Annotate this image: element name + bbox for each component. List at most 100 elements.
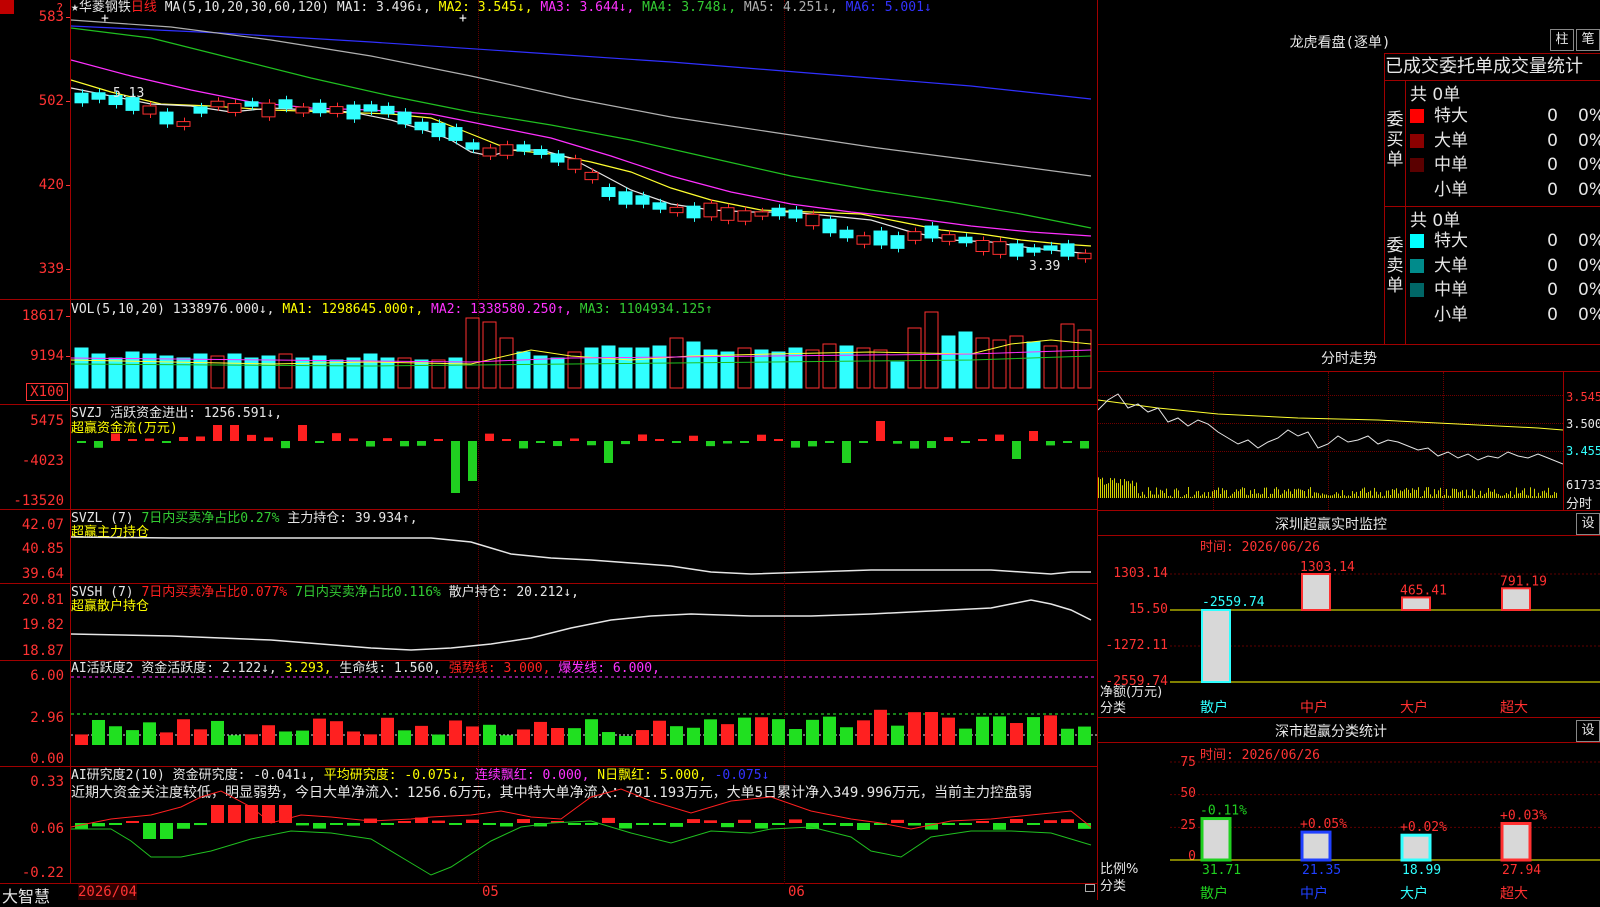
candle: [567, 158, 582, 170]
fund-flow-bar: [978, 439, 987, 441]
intraday-volume-bar: [1144, 494, 1145, 498]
candle: [737, 210, 752, 222]
candle: [346, 104, 361, 120]
order-stat-row: 特大 0 0%: [1410, 104, 1600, 128]
intraday-volume-bar: [1130, 483, 1131, 498]
research-bar: [398, 821, 411, 823]
intraday-volume-bar: [1546, 492, 1547, 498]
category-label: 中户: [1300, 699, 1328, 716]
activity-bar: [568, 728, 581, 745]
order-size-label: 小单: [1434, 179, 1468, 200]
intraday-volume-bar: [1486, 492, 1487, 498]
svzj-chart[interactable]: [71, 405, 1097, 509]
fund-flow-bar: [281, 441, 290, 449]
intraday-volume-bar: [1376, 491, 1377, 498]
sz-monitor-chart[interactable]: -2559.74 散户 1303.14 中户 465.41 大户 791.19 超大: [1170, 560, 1600, 720]
intraday-volume-bar: [1174, 489, 1175, 498]
intraday-volume-bar: [1534, 488, 1535, 498]
intraday-volume-bar: [1356, 491, 1357, 498]
fund-flow-bar: [145, 438, 154, 441]
candle: [414, 121, 429, 131]
order-count: 0: [1547, 179, 1558, 200]
candle: [176, 121, 191, 127]
ai-active-ylabel: 2.96: [30, 710, 64, 726]
intraday-volume-bar: [1300, 489, 1301, 498]
volume-bar: [516, 351, 531, 389]
order-count: 0: [1547, 155, 1558, 175]
intraday-volume-bar: [1380, 492, 1381, 498]
bi-button[interactable]: 笔: [1576, 29, 1600, 51]
intraday-volume-bar: [1374, 487, 1375, 498]
svzl-chart[interactable]: [71, 510, 1097, 583]
net-flow-label: -2559.74: [1202, 595, 1265, 610]
color-swatch: [1410, 234, 1424, 248]
intraday-volume-bar: [1518, 493, 1519, 498]
intraday-volume-bar: [1510, 491, 1511, 498]
volume-bar: [856, 347, 871, 389]
volume-bar: [1077, 329, 1092, 389]
fund-flow-bar: [723, 441, 732, 444]
lock-icon[interactable]: [1085, 884, 1095, 892]
net-flow-bar: [1401, 596, 1431, 612]
ai-research-ylabel: -0.22: [21, 865, 64, 881]
activity-bar: [75, 734, 88, 745]
zhu-button[interactable]: 柱: [1550, 29, 1574, 51]
sz-monitor-settings-button[interactable]: 设: [1576, 513, 1600, 535]
sz-class-axis-cat: 分类: [1100, 879, 1127, 894]
sz-class-settings-button[interactable]: 设: [1576, 720, 1600, 742]
intraday-volume-bar: [1122, 485, 1123, 498]
intraday-volume-bar: [1330, 495, 1331, 498]
activity-bar: [483, 724, 496, 745]
intraday-volume-bar: [1308, 489, 1309, 498]
candle: [142, 105, 157, 115]
candle: [193, 106, 208, 114]
activity-bar: [415, 725, 428, 745]
candlestick-chart[interactable]: 5.13 3.39 + +: [71, 0, 1097, 299]
intraday-volume-bar: [1492, 491, 1493, 498]
category-label: 超大: [1500, 886, 1528, 900]
date-axis-start: 2026/04: [78, 884, 138, 900]
candle: [890, 235, 905, 249]
candle: [839, 229, 854, 239]
intraday-volume-bar: [1366, 492, 1367, 498]
ai-active-chart[interactable]: [71, 661, 1097, 766]
category-label: 超大: [1500, 700, 1528, 716]
candle: [975, 240, 990, 252]
intraday-volume-bar: [1166, 488, 1167, 498]
intraday-volume-bar: [1388, 490, 1389, 498]
volume-bar: [431, 359, 446, 389]
intraday-volume-bar: [1360, 490, 1361, 498]
sz-class-chart[interactable]: -0.11% 31.71 散户 +0.05% 21.35 中户 +0.02% 18.99 大户 +…: [1170, 752, 1600, 900]
intraday-mode[interactable]: 分时: [1566, 493, 1592, 512]
category-label: 散户: [1200, 699, 1228, 716]
brand-label[interactable]: 大智慧: [2, 883, 50, 907]
fund-flow-bar: [366, 441, 375, 447]
candle: [533, 149, 548, 155]
intraday-volume-bar: [1164, 493, 1165, 498]
fund-flow-bar: [961, 441, 970, 443]
research-bar: [483, 823, 496, 825]
svsh-chart[interactable]: [71, 584, 1097, 660]
intraday-volume-bar: [1516, 487, 1517, 498]
activity-bar: [942, 717, 955, 745]
intraday-volume-bar: [1148, 487, 1149, 498]
intraday-volume-bar: [1446, 489, 1447, 498]
intraday-volume-bar: [1252, 494, 1253, 498]
intraday-volume-bar: [1386, 490, 1387, 498]
order-percent: 0%: [1578, 179, 1600, 200]
volume-chart[interactable]: [71, 300, 1097, 404]
intraday-chart[interactable]: [1098, 372, 1563, 510]
research-bar: [296, 823, 309, 826]
volume-bar: [482, 321, 497, 389]
intraday-volume-bar: [1370, 490, 1371, 498]
color-swatch: [1410, 133, 1424, 148]
activity-bar: [1078, 726, 1091, 745]
sz-monitor-ylabel: -1272.11: [1105, 638, 1168, 653]
intraday-volume-bar: [1186, 494, 1187, 498]
research-bar: [1061, 819, 1074, 823]
ai-research-chart[interactable]: [71, 767, 1097, 883]
intraday-volume-bar: [1396, 488, 1397, 498]
intraday-volume-bar: [1542, 491, 1543, 498]
candle: [788, 209, 803, 219]
activity-bar: [364, 734, 377, 745]
